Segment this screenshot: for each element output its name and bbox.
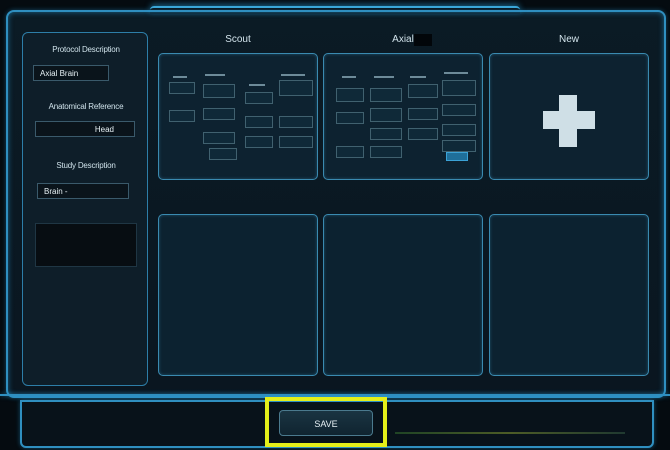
save-button[interactable]: SAVE (279, 410, 373, 436)
column-title-scout: Scout (225, 34, 251, 45)
thumbnail-field (442, 140, 476, 152)
bottom-divider (0, 394, 670, 396)
thumbnail-field (370, 88, 402, 102)
empty-protocol-slot[interactable] (489, 214, 649, 376)
scout-protocol-card[interactable] (158, 53, 318, 180)
thumbnail-field (336, 112, 364, 124)
thumbnail-label-line (249, 84, 265, 86)
axial-title-marker (414, 34, 432, 46)
thumbnail-field (370, 146, 402, 158)
thumbnail-field (408, 84, 438, 98)
thumbnail-field (336, 146, 364, 158)
thumbnail-field (336, 88, 364, 102)
thumbnail-field (279, 136, 313, 148)
thumbnail-label-line (173, 76, 187, 78)
thumbnail-field (245, 136, 273, 148)
signal-trace (395, 432, 625, 434)
column-title-axial: Axial (392, 34, 414, 45)
left-panel-blank-area (35, 223, 137, 267)
thumbnail-field (203, 108, 235, 120)
thumbnail-field (370, 108, 402, 122)
thumbnail-field (279, 80, 313, 96)
empty-protocol-slot[interactable] (158, 214, 318, 376)
thumbnail-field (169, 82, 195, 94)
thumbnail-label-line (410, 76, 426, 78)
thumbnail-button (446, 152, 468, 161)
empty-protocol-slot[interactable] (323, 214, 483, 376)
thumbnail-label-line (342, 76, 356, 78)
anatomical-reference-label: Anatomical Reference (48, 102, 124, 111)
column-title-new: New (558, 34, 579, 45)
thumbnail-field (203, 132, 235, 144)
thumbnail-field (203, 84, 235, 98)
anatomical-reference-field[interactable]: Head (35, 121, 135, 137)
thumbnail-field (209, 148, 237, 160)
study-description-field[interactable]: Brain - (37, 183, 129, 199)
thumbnail-label-line (374, 76, 394, 78)
thumbnail-field (279, 116, 313, 128)
frame-top-tab (150, 6, 520, 14)
protocol-panel: Protocol Description Axial Brain Anatomi… (22, 32, 148, 386)
new-protocol-card[interactable] (489, 53, 649, 180)
thumbnail-field (245, 116, 273, 128)
study-description-label: Study Description (56, 161, 116, 170)
thumbnail-field (169, 110, 195, 122)
thumbnail-label-line (281, 74, 305, 76)
thumbnail-field (408, 108, 438, 120)
thumbnail-label-line (444, 72, 468, 74)
thumbnail-field (442, 104, 476, 116)
thumbnail-field (370, 128, 402, 140)
thumbnail-label-line (205, 74, 225, 76)
thumbnail-field (442, 80, 476, 96)
thumbnail-field (408, 128, 438, 140)
protocol-description-field[interactable]: Axial Brain (33, 65, 109, 81)
axial-protocol-card[interactable] (323, 53, 483, 180)
thumbnail-field (442, 124, 476, 136)
protocol-description-label: Protocol Description (52, 45, 120, 54)
thumbnail-field (245, 92, 273, 104)
